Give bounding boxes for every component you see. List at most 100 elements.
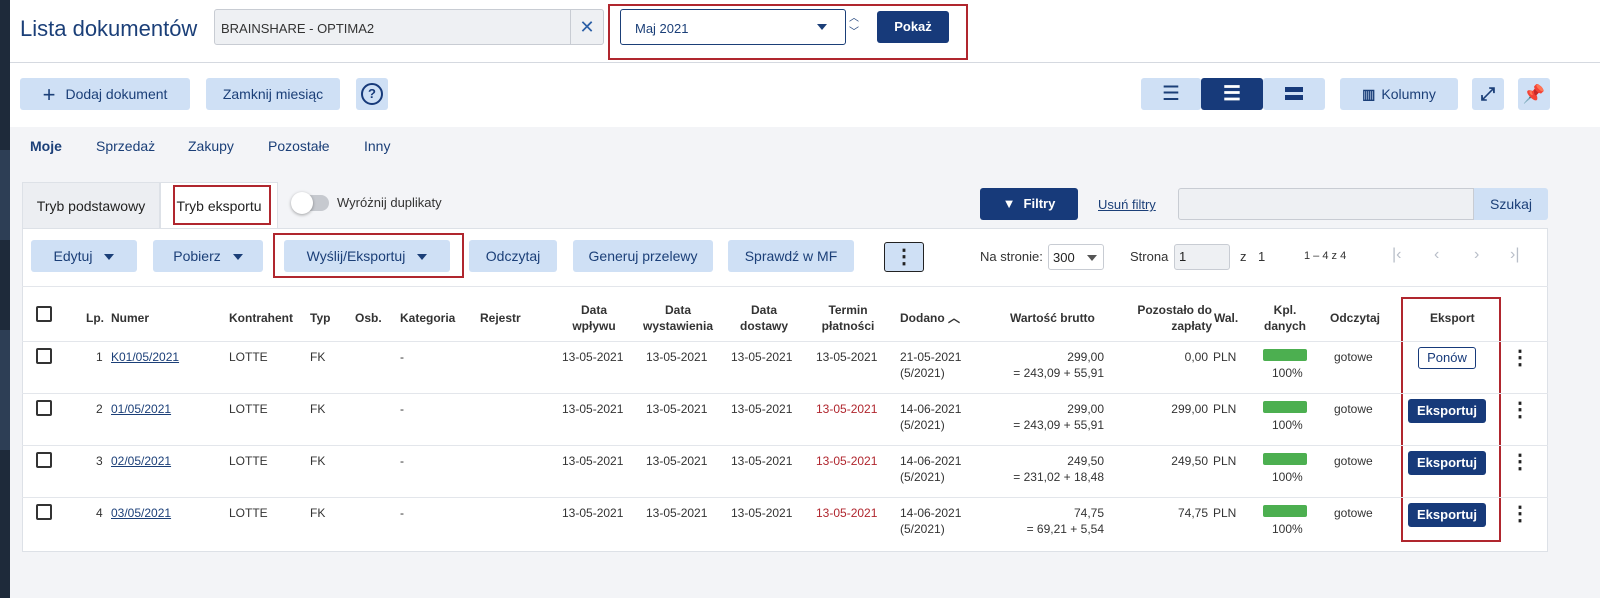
company-selector[interactable]: BRAINSHARE - OPTIMA2 ✕ — [214, 9, 604, 45]
col-gross[interactable]: Wartość brutto — [1010, 310, 1095, 326]
export-button[interactable]: Eksportuj — [1408, 399, 1486, 423]
add-document-button[interactable]: + Dodaj dokument — [20, 78, 190, 110]
row-checkbox[interactable] — [36, 452, 52, 468]
tab-inny[interactable]: Inny — [364, 138, 390, 154]
help-button[interactable]: ? — [356, 78, 388, 110]
month-stepper[interactable]: ︿ ﹀ — [848, 12, 860, 40]
download-button[interactable]: Pobierz — [153, 240, 263, 272]
row-menu-icon[interactable]: ⋮ — [1510, 400, 1530, 420]
col-due-date[interactable]: Termin płatności — [818, 302, 878, 334]
last-page-icon[interactable]: ›| — [1510, 246, 1519, 264]
help-icon: ? — [361, 83, 383, 105]
tab-pozostale[interactable]: Pozostałe — [268, 138, 329, 154]
read-button[interactable]: Odczytaj — [469, 240, 557, 272]
row-receipt-date: 13-05-2021 — [562, 454, 624, 468]
row-category: - — [400, 402, 404, 416]
send-export-button[interactable]: Wyślij/Eksportuj — [284, 240, 450, 272]
generate-transfers-button[interactable]: Generuj przelewy — [573, 240, 713, 272]
page-input[interactable]: 1 — [1174, 244, 1230, 270]
row-lp: 1 — [96, 350, 103, 364]
col-issue-date[interactable]: Data wystawienia — [640, 302, 716, 334]
col-type[interactable]: Typ — [310, 310, 330, 326]
pin-button[interactable]: 📌 — [1518, 78, 1550, 110]
view-medium-button[interactable]: ☰ — [1201, 78, 1263, 110]
tab-basic-mode[interactable]: Tryb podstawowy — [22, 182, 160, 228]
row-type: FK — [310, 350, 326, 364]
month-select[interactable]: Maj 2021 — [620, 9, 846, 45]
show-button[interactable]: Pokaż — [877, 11, 949, 43]
row-currency: PLN — [1213, 506, 1237, 520]
col-remaining[interactable]: Pozostało do zapłaty — [1134, 302, 1212, 334]
next-page-icon[interactable]: › — [1474, 246, 1479, 264]
row-number-link[interactable]: K01/05/2021 — [111, 350, 179, 364]
col-added[interactable]: Dodano ︿ — [900, 310, 960, 326]
chevron-up-icon[interactable]: ︿ — [848, 12, 860, 26]
search-input[interactable] — [1178, 188, 1474, 220]
month-value: Maj 2021 — [635, 21, 689, 36]
top-bar: Lista dokumentów BRAINSHARE - OPTIMA2 ✕ … — [10, 0, 1600, 63]
row-number-link[interactable]: 02/05/2021 — [111, 454, 171, 468]
row-category: - — [400, 454, 404, 468]
col-receipt-date[interactable]: Data wpływu — [566, 302, 622, 334]
filters-button[interactable]: ▼ Filtry — [980, 188, 1078, 220]
row-due-date: 13-05-2021 — [816, 506, 878, 520]
row-menu-icon[interactable]: ⋮ — [1510, 348, 1530, 368]
completeness-bar — [1263, 453, 1307, 465]
sort-asc-icon: ︿ — [944, 311, 961, 325]
tab-moje[interactable]: Moje — [30, 138, 62, 154]
check-mf-button[interactable]: Sprawdź w MF — [728, 240, 854, 272]
row-checkbox[interactable] — [36, 348, 52, 364]
col-register[interactable]: Rejestr — [480, 310, 521, 326]
more-actions-button[interactable]: ⋮ — [884, 242, 924, 272]
row-gross: 299,00 — [1067, 350, 1104, 364]
duplicates-toggle[interactable] — [291, 192, 329, 214]
row-number-link[interactable]: 03/05/2021 — [111, 506, 171, 520]
per-page-label: Na stronie: — [980, 249, 1043, 264]
per-page-select[interactable]: 300 — [1048, 244, 1104, 270]
row-added-period: (5/2021) — [900, 522, 945, 536]
row-lp: 2 — [96, 402, 103, 416]
filter-icon: ▼ — [1002, 196, 1016, 211]
row-gross-split: = 243,09 + 55,91 — [1013, 366, 1104, 380]
col-completeness[interactable]: Kpl. danych — [1262, 302, 1308, 334]
col-read[interactable]: Odczytaj — [1330, 310, 1380, 326]
row-issue-date: 13-05-2021 — [646, 402, 708, 416]
chevron-down-icon — [232, 254, 243, 261]
col-contractor[interactable]: Kontrahent — [229, 310, 293, 326]
tab-sprzedaz[interactable]: Sprzedaż — [96, 138, 155, 154]
tab-zakupy[interactable]: Zakupy — [188, 138, 234, 154]
select-all-checkbox[interactable] — [36, 306, 52, 322]
col-number[interactable]: Numer — [111, 310, 149, 326]
col-person[interactable]: Osb. — [355, 310, 382, 326]
view-compact-button[interactable]: ☰ — [1141, 78, 1201, 110]
col-delivery-date[interactable]: Data dostawy — [734, 302, 794, 334]
send-export-label: Wyślij/Eksportuj — [306, 248, 406, 264]
pin-icon: 📌 — [1522, 84, 1546, 104]
row-menu-icon[interactable]: ⋮ — [1510, 504, 1530, 524]
col-category[interactable]: Kategoria — [400, 310, 455, 326]
row-currency: PLN — [1213, 402, 1237, 416]
chevron-down-icon[interactable]: ﹀ — [848, 26, 860, 40]
export-button[interactable]: Eksportuj — [1408, 451, 1486, 475]
row-checkbox[interactable] — [36, 400, 52, 416]
row-checkbox[interactable] — [36, 504, 52, 520]
prev-page-icon[interactable]: ‹ — [1434, 246, 1439, 264]
view-large-button[interactable] — [1263, 78, 1325, 110]
clear-company-icon[interactable]: ✕ — [570, 10, 603, 44]
export-button[interactable]: Eksportuj — [1408, 503, 1486, 527]
close-month-button[interactable]: Zamknij miesiąc — [206, 78, 340, 110]
retry-export-button[interactable]: Ponów — [1418, 347, 1476, 369]
columns-button[interactable]: ▥ Kolumny — [1340, 78, 1458, 110]
search-button[interactable]: Szukaj — [1474, 188, 1548, 220]
plus-icon: + — [42, 82, 56, 108]
col-currency[interactable]: Wal. — [1214, 310, 1238, 326]
row-remaining: 0,00 — [1184, 350, 1208, 364]
row-menu-icon[interactable]: ⋮ — [1510, 452, 1530, 472]
first-page-icon[interactable]: |‹ — [1392, 246, 1401, 264]
edit-button[interactable]: Edytuj — [31, 240, 137, 272]
row-number-link[interactable]: 01/05/2021 — [111, 402, 171, 416]
row-receipt-date: 13-05-2021 — [562, 402, 624, 416]
row-receipt-date: 13-05-2021 — [562, 506, 624, 520]
clear-filters-link[interactable]: Usuń filtry — [1098, 197, 1156, 212]
fullscreen-button[interactable]: ⤢ — [1472, 78, 1504, 110]
